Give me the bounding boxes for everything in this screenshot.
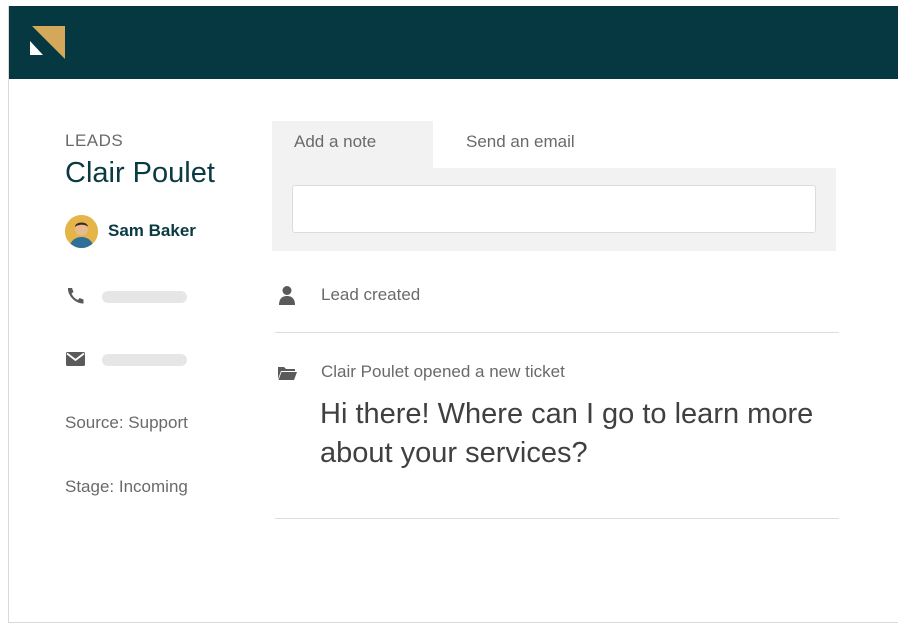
- breadcrumb-leads[interactable]: LEADS: [65, 131, 123, 151]
- email-placeholder: [102, 354, 187, 366]
- brand-logo-icon[interactable]: [29, 26, 65, 59]
- lead-source: Source: Support: [65, 413, 188, 432]
- divider: [275, 332, 839, 333]
- activity-ticket-opened: Clair Poulet opened a new ticket: [321, 362, 565, 381]
- owner-name: Sam Baker: [108, 221, 196, 240]
- divider: [275, 518, 839, 519]
- activity-lead-created: Lead created: [321, 285, 421, 304]
- composer-panel: [272, 168, 836, 251]
- avatar: [65, 214, 98, 248]
- phone-icon: [67, 288, 84, 304]
- composer: Add a note Send an email: [272, 121, 836, 251]
- tab-add-note-label[interactable]: Add a note: [294, 132, 376, 152]
- folder-icon: [278, 367, 297, 380]
- crm-window: LEADS Clair Poulet Sam Baker Source: Sup…: [8, 6, 898, 623]
- lead-stage: Stage: Incoming: [65, 477, 188, 496]
- top-bar: [9, 6, 898, 79]
- phone-placeholder: [102, 291, 187, 303]
- ticket-message: Hi there! Where can I go to learn more a…: [320, 398, 814, 469]
- lead-name: Clair Poulet: [65, 157, 215, 189]
- tab-send-email[interactable]: Send an email: [466, 132, 575, 152]
- envelope-icon: [66, 352, 85, 366]
- person-icon: [279, 286, 295, 305]
- lead-owner[interactable]: Sam Baker: [65, 214, 196, 248]
- note-input[interactable]: [292, 185, 816, 233]
